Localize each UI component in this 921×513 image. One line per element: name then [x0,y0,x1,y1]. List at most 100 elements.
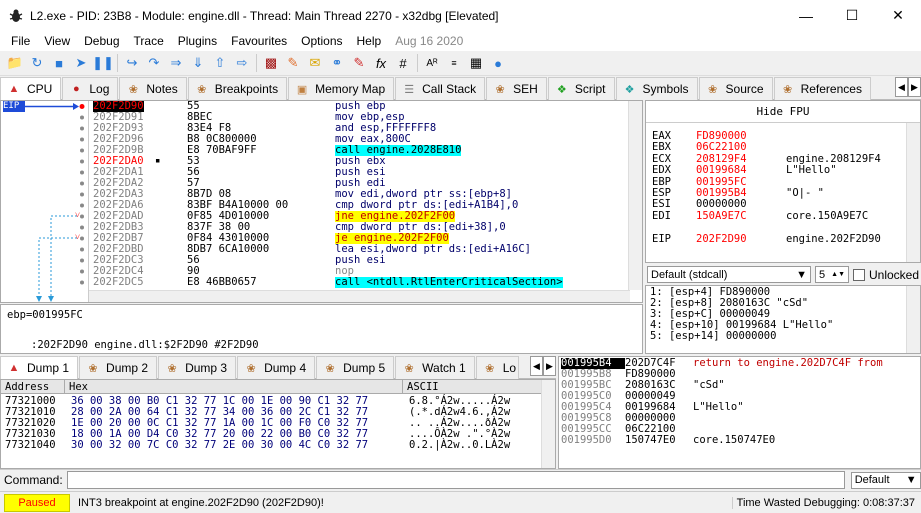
disassembly-row[interactable]: 202F2DC5 E8 46BB0657 call <ntdll.RtlEnterC… [89,277,629,288]
register-value[interactable]: 202F2D90 [696,233,786,245]
restart-icon[interactable]: ↻ [26,52,48,74]
tab-dump-2[interactable]: ❀ Dump 2 [79,356,158,379]
run-to-selection-icon[interactable]: ⇨ [231,52,253,74]
register-row[interactable]: ESP 001995B4 "O|- " [652,187,824,199]
comment-icon[interactable]: ✉ [304,52,326,74]
tab-notes[interactable]: ❀ Notes [119,77,187,100]
breakpoint-slot[interactable] [80,181,84,186]
hash-icon[interactable]: # [392,52,414,74]
tab-references[interactable]: ❀ References [773,77,871,100]
label-icon[interactable]: ✎ [348,52,370,74]
menu-options[interactable]: Options [294,34,349,48]
register-row[interactable]: EBP 001995FC [652,176,786,188]
register-row[interactable]: EAX FD890000 [652,130,786,142]
tab-cpu[interactable]: ▲ CPU [0,77,62,100]
breakpoint-slot[interactable] [80,214,84,219]
breakpoint-slot[interactable] [80,269,84,274]
arguments-scrollbar[interactable] [906,286,920,353]
stack-row[interactable]: 001995D0 150747E0 core.150747E0 [561,435,775,446]
menu-help[interactable]: Help [350,34,389,48]
register-value[interactable]: 150A9E7C [696,210,786,222]
breakpoint-slot[interactable] [80,137,84,142]
registers-view[interactable]: Hide FPU EAX FD890000 EBX 06C22100 ECX 208129… [645,100,921,263]
tab-scroll-left[interactable]: ◀ [895,77,908,97]
menu-file[interactable]: File [4,34,37,48]
register-value[interactable]: 00199684 [696,164,786,176]
register-row[interactable]: ECX 208129F4 engine.208129F4 [652,153,881,165]
link-icon[interactable]: ⚭ [326,52,348,74]
strings-icon[interactable]: ≡ [443,52,465,74]
menu-debug[interactable]: Debug [77,34,126,48]
dump-tab-scroll-left[interactable]: ◀ [530,356,543,376]
register-value[interactable]: 001995B4 [696,187,786,199]
pause-icon[interactable]: ❚❚ [92,52,114,74]
register-row[interactable]: EBX 06C22100 [652,141,786,153]
tab-seh[interactable]: ❀ SEH [486,77,547,100]
menu-favourites[interactable]: Favourites [224,34,294,48]
maximize-button[interactable]: ☐ [829,0,875,31]
tab-call-stack[interactable]: ☰ Call Stack [395,77,486,100]
breakpoint-slot[interactable] [80,258,84,263]
stack-view[interactable]: 001995B4 202D7C4F return to engine.202D7C4… [558,356,921,469]
tab-breakpoints[interactable]: ❀ Breakpoints [187,77,288,100]
font-icon[interactable]: Aᴿ [421,52,443,74]
breakpoint-slot[interactable] [80,126,84,131]
unlocked-checkbox[interactable] [853,268,865,281]
register-row[interactable]: EIP 202F2D90 engine.202F2D90 [652,233,881,245]
dump-header-hex[interactable]: Hex [65,380,403,393]
breakpoint-slot[interactable] [80,170,84,175]
calling-convention-select[interactable]: Default (stdcall) ▼ [647,266,811,283]
tab-symbols[interactable]: ❖ Symbols [615,77,698,100]
run-icon[interactable]: ➤ [70,52,92,74]
tab-script[interactable]: ❖ Script [547,77,615,100]
tab-scroll-right[interactable]: ▶ [908,77,921,97]
register-value[interactable]: 06C22100 [696,141,786,153]
step-over-icon[interactable]: ↷ [143,52,165,74]
breakpoint-slot[interactable] [80,225,84,230]
tab-dump-5[interactable]: ❀ Dump 5 [316,356,395,379]
breakpoint-slot[interactable] [80,280,84,285]
tab-watch-1[interactable]: ❀ Watch 1 [395,356,475,379]
stack-argument[interactable]: 5: [esp+14] 00000000 [650,331,776,342]
register-row[interactable]: EDI 150A9E7C core.150A9E7C [652,210,868,222]
step-into-icon[interactable]: ↪ [121,52,143,74]
breakpoint-slot[interactable] [80,192,84,197]
dump-header-address[interactable]: Address [1,380,65,393]
calculator-icon[interactable]: ▦ [465,52,487,74]
globe-icon[interactable]: ● [487,52,509,74]
run-to-user-icon[interactable]: ⇧ [209,52,231,74]
stop-icon[interactable]: ■ [48,52,70,74]
breakpoint-slot[interactable] [80,247,84,252]
tab-dump-4[interactable]: ❀ Dump 4 [237,356,316,379]
dump-header-ascii[interactable]: ASCII [403,380,541,393]
disassembly-horizontal-scrollbar[interactable] [89,290,630,302]
register-value[interactable]: 208129F4 [696,153,786,165]
tab-dump-3[interactable]: ❀ Dump 3 [158,356,237,379]
disassembly-row[interactable]: 202F2DC3 56 push esi [89,255,629,266]
menu-plugins[interactable]: Plugins [171,34,224,48]
tab-locals[interactable]: ❀ Lo [475,356,520,379]
open-icon[interactable]: 📁 [4,52,26,74]
dump-tab-scroll-right[interactable]: ▶ [543,356,556,376]
hex-dump-view[interactable]: Address Hex ASCII 77321000 36 00 38 00 B0… [0,379,556,469]
breakpoint-slot[interactable] [80,203,84,208]
minimize-button[interactable]: — [783,0,829,31]
scylla-icon[interactable]: ▩ [260,52,282,74]
breakpoint-slot[interactable] [80,236,84,241]
register-row[interactable]: EDX 00199684 L"Hello" [652,164,837,176]
trace-into-icon[interactable]: ⇒ [165,52,187,74]
command-type-select[interactable]: Default ▼ [850,471,921,489]
command-input[interactable] [66,471,845,489]
close-button[interactable]: ✕ [875,0,921,31]
arg-count-spinner[interactable]: 5 ▲▼ [815,266,849,283]
registers-scrollbar[interactable] [906,123,920,262]
dump-row[interactable]: 77321040 30 00 32 00 7C C0 32 77 2E 00 30… [5,440,510,451]
menu-view[interactable]: View [37,34,77,48]
disassembly-vertical-scrollbar[interactable] [628,101,642,290]
register-row[interactable]: ESI 00000000 [652,198,786,210]
register-value[interactable]: FD890000 [696,130,786,142]
menu-trace[interactable]: Trace [127,34,171,48]
disassembly-view[interactable]: EIP 202F2D90 55 push ebp 202F2D91 8BEC mov eb… [0,100,643,303]
hide-fpu-button[interactable]: Hide FPU [646,101,920,123]
tab-dump-1[interactable]: ▲ Dump 1 [0,356,79,379]
